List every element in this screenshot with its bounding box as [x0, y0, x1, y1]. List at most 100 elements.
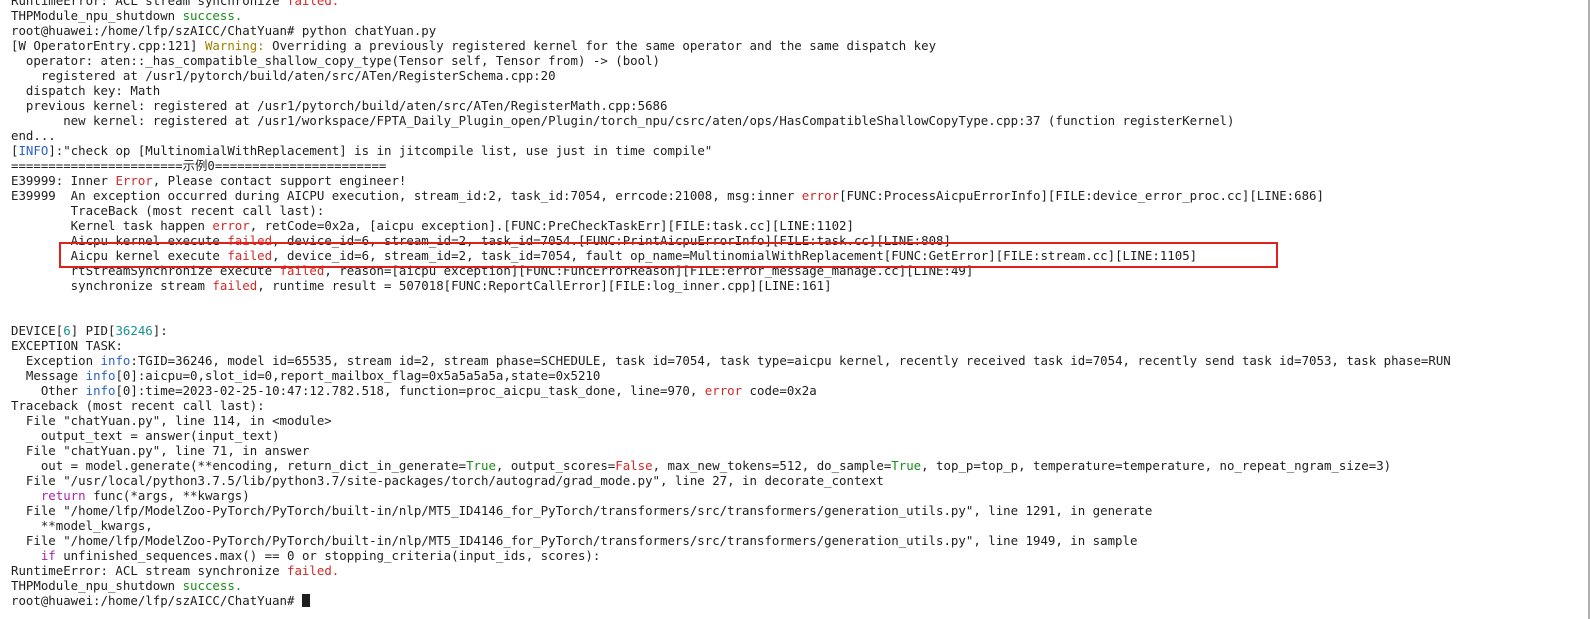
- terminal-text-segment: failed: [227, 248, 273, 263]
- terminal-line: out = model.generate(**encoding, return_…: [11, 458, 1588, 473]
- terminal-text-segment: RuntimeError: ACL stream synchronize: [11, 563, 288, 578]
- terminal-text-segment: error: [704, 383, 743, 398]
- terminal-text-segment: failed.: [287, 563, 340, 578]
- terminal-text-segment: 36246: [115, 323, 153, 338]
- terminal-window[interactable]: RuntimeError: ACL stream synchronize fai…: [0, 0, 1590, 619]
- terminal-text-segment: success.: [182, 8, 243, 23]
- terminal-line: EXCEPTION TASK:: [11, 338, 1588, 353]
- terminal-text-segment: File "/home/lfp/ModelZoo-PyTorch/PyTorch…: [11, 533, 1138, 548]
- terminal-text-segment: , max_new_tokens=512, do_sample=: [652, 458, 892, 473]
- terminal-text-segment: ] PID[: [70, 323, 116, 338]
- terminal-text-segment: func(*args, **kwargs): [85, 488, 250, 503]
- terminal-text-segment: root@huawei:/home/lfp/szAICC/ChatYuan#: [11, 593, 302, 608]
- terminal-text-segment: ]:: [152, 323, 168, 338]
- terminal-line: DEVICE[6] PID[36246]:: [11, 323, 1588, 338]
- terminal-text-segment: [0]:aicpu=0,slot_id=0,report_mailbox_fla…: [115, 368, 601, 383]
- terminal-text-segment: dispatch key: Math: [11, 83, 161, 98]
- terminal-line: E39999 An exception occurred during AICP…: [11, 188, 1588, 203]
- terminal-text-segment: False: [615, 458, 653, 473]
- terminal-line: =======================示例0==============…: [11, 158, 1588, 173]
- terminal-line: Traceback (most recent call last):: [11, 398, 1588, 413]
- terminal-text-segment: [0]:time=2023-02-25-10:47:12.782.518, fu…: [115, 383, 705, 398]
- terminal-text-segment: =======================示例0==============…: [11, 158, 387, 173]
- terminal-text-segment: Other: [11, 383, 86, 398]
- terminal-line: E39999: Inner Error, Please contact supp…: [11, 173, 1588, 188]
- terminal-line: end...: [11, 128, 1588, 143]
- terminal-cursor: [301, 594, 310, 607]
- terminal-text-segment: **model_kwargs,: [11, 518, 153, 533]
- terminal-text-segment: File "chatYuan.py", line 71, in answer: [11, 443, 310, 458]
- terminal-text-segment: previous kernel: registered at /usr1/pyt…: [11, 98, 668, 113]
- terminal-text-segment: ]:"check op [MultinomialWithReplacement]…: [48, 143, 713, 158]
- terminal-text-segment: Aicpu kernel execute: [11, 248, 228, 263]
- terminal-line: RuntimeError: ACL stream synchronize fai…: [11, 0, 1588, 8]
- terminal-text-segment: new kernel: registered at /usr1/workspac…: [11, 113, 1235, 128]
- terminal-text-segment: , device_id=6, stream_id=2, task_id=7054…: [272, 233, 951, 248]
- terminal-line: TraceBack (most recent call last):: [11, 203, 1588, 218]
- terminal-text-segment: EXCEPTION TASK:: [11, 338, 123, 353]
- terminal-text-segment: True: [466, 458, 496, 473]
- terminal-text-segment: error: [801, 188, 840, 203]
- terminal-text-segment: , retCode=0x2a, [aicpu exception].[FUNC:…: [249, 218, 854, 233]
- terminal-text-segment: , top_p=top_p, temperature=temperature, …: [921, 458, 1392, 473]
- terminal-text-segment: INFO: [18, 143, 49, 158]
- terminal-text-segment: :TGID=36246, model id=65535, stream id=2…: [130, 353, 1451, 368]
- terminal-line: File "/home/lfp/ModelZoo-PyTorch/PyTorch…: [11, 503, 1588, 518]
- terminal-line: previous kernel: registered at /usr1/pyt…: [11, 98, 1588, 113]
- terminal-text-segment: , output_scores=: [495, 458, 616, 473]
- terminal-text-segment: operator: aten::_has_compatible_shallow_…: [11, 53, 661, 68]
- terminal-line: Aicpu kernel execute failed, device_id=6…: [11, 233, 1588, 248]
- terminal-text-segment: File "/home/lfp/ModelZoo-PyTorch/PyTorch…: [11, 503, 1153, 518]
- terminal-line: root@huawei:/home/lfp/szAICC/ChatYuan#: [11, 593, 1588, 608]
- terminal-line-highlighted: Aicpu kernel execute failed, device_id=6…: [11, 248, 1588, 263]
- terminal-line: RuntimeError: ACL stream synchronize fai…: [11, 563, 1588, 578]
- terminal-line: rtStreamSynchronize execute failed, reas…: [11, 263, 1588, 278]
- terminal-line: operator: aten::_has_compatible_shallow_…: [11, 53, 1588, 68]
- terminal-text-segment: E39999: Inner: [11, 173, 116, 188]
- terminal-line: File "chatYuan.py", line 71, in answer: [11, 443, 1588, 458]
- terminal-line: File "/usr/local/python3.7.5/lib/python3…: [11, 473, 1588, 488]
- terminal-text-segment: rtStreamSynchronize execute: [11, 263, 280, 278]
- terminal-text-segment: info: [85, 368, 116, 383]
- terminal-line: if unfinished_sequences.max() == 0 or st…: [11, 548, 1588, 563]
- terminal-text-segment: Aicpu kernel execute: [11, 233, 228, 248]
- terminal-text-segment: Error: [115, 173, 153, 188]
- terminal-line: File "/home/lfp/ModelZoo-PyTorch/PyTorch…: [11, 533, 1588, 548]
- terminal-line: [W OperatorEntry.cpp:121] Warning: Overr…: [11, 38, 1588, 53]
- terminal-text-segment: , device_id=6, stream_id=2, task_id=7054…: [272, 248, 1198, 263]
- terminal-line: registered at /usr1/pytorch/build/aten/s…: [11, 68, 1588, 83]
- terminal-text-segment: return: [40, 488, 86, 503]
- terminal-text-segment: output_text = answer(input_text): [11, 428, 280, 443]
- terminal-line: return func(*args, **kwargs): [11, 488, 1588, 503]
- terminal-text-segment: True: [891, 458, 922, 473]
- terminal-line: [INFO]:"check op [MultinomialWithReplace…: [11, 143, 1588, 158]
- terminal-text-segment: info: [85, 383, 116, 398]
- terminal-line: **model_kwargs,: [11, 518, 1588, 533]
- terminal-text-segment: failed.: [287, 0, 340, 8]
- terminal-line: root@huawei:/home/lfp/szAICC/ChatYuan# p…: [11, 23, 1588, 38]
- terminal-text-segment: error: [212, 218, 250, 233]
- terminal-text-segment: THPModule_npu_shutdown: [11, 8, 183, 23]
- terminal-text-segment: Traceback (most recent call last):: [11, 398, 265, 413]
- terminal-line: File "chatYuan.py", line 114, in <module…: [11, 413, 1588, 428]
- terminal-line: new kernel: registered at /usr1/workspac…: [11, 113, 1588, 128]
- terminal-line: THPModule_npu_shutdown success.: [11, 578, 1588, 593]
- terminal-line: Exception info:TGID=36246, model id=6553…: [11, 353, 1588, 368]
- terminal-text-segment: failed: [227, 233, 273, 248]
- terminal-text-segment: , reason=[aicpu exception][FUNC:FuncErro…: [324, 263, 974, 278]
- terminal-text-segment: failed: [212, 278, 258, 293]
- terminal-text-segment: root@huawei:/home/lfp/szAICC/ChatYuan# p…: [11, 23, 437, 38]
- terminal-line: output_text = answer(input_text): [11, 428, 1588, 443]
- terminal-output: RuntimeError: ACL stream synchronize fai…: [11, 0, 1588, 608]
- terminal-text-segment: unfinished_sequences.max() == 0 or stopp…: [55, 548, 601, 563]
- terminal-text-segment: 6: [63, 323, 71, 338]
- terminal-text-segment: [W OperatorEntry.cpp:121]: [11, 38, 205, 53]
- terminal-text-segment: [FUNC:ProcessAicpuErrorInfo][FILE:device…: [839, 188, 1324, 203]
- terminal-text-segment: , runtime result = 507018[FUNC:ReportCal…: [257, 278, 832, 293]
- terminal-text-segment: Message: [11, 368, 86, 383]
- terminal-text-segment: E39999 An exception occurred during AICP…: [11, 188, 802, 203]
